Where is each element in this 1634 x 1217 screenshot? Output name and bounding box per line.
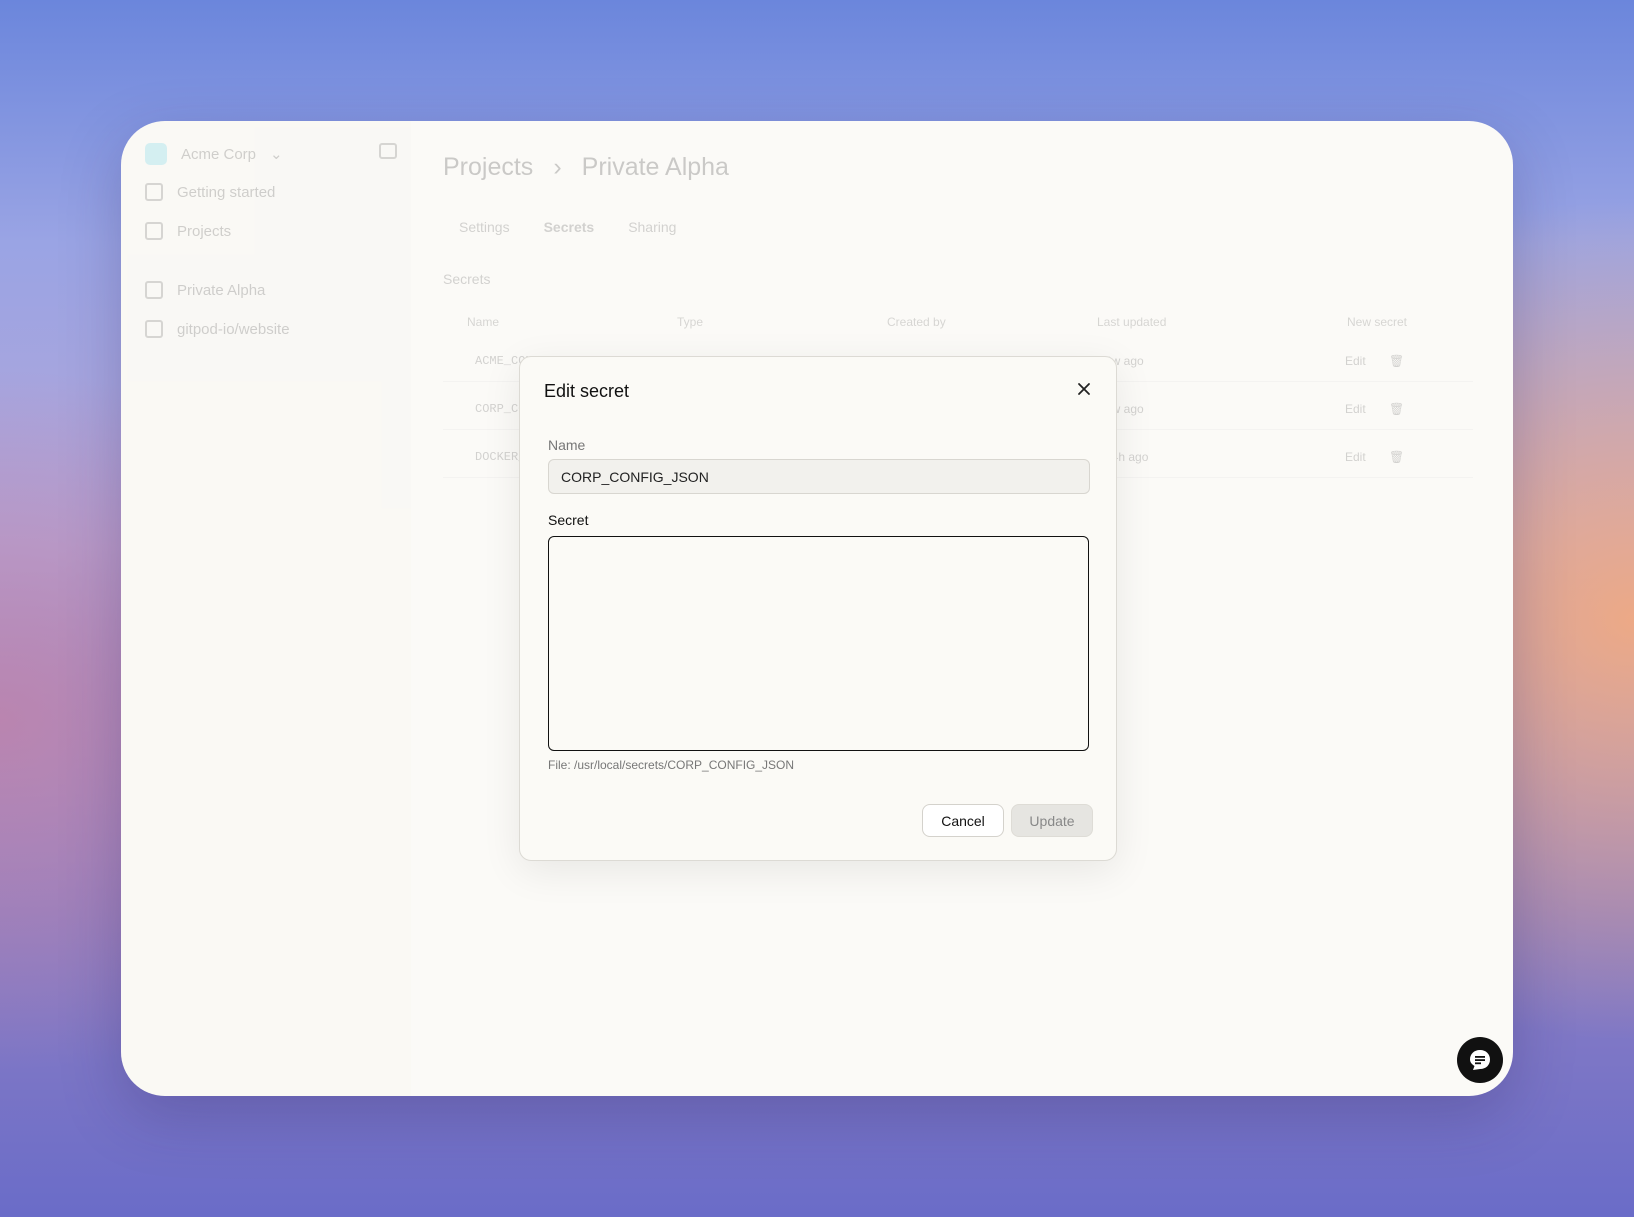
box-icon: [145, 281, 163, 299]
chat-support-button[interactable]: [1457, 1037, 1503, 1083]
org-switcher[interactable]: Acme Corp ⌄: [145, 143, 283, 165]
new-window-icon[interactable]: [379, 143, 397, 159]
column-header: Created by: [887, 315, 946, 329]
edit-button[interactable]: Edit: [1345, 450, 1366, 464]
org-logo-icon: [145, 143, 167, 165]
cancel-button[interactable]: Cancel: [922, 804, 1004, 837]
tab-secrets[interactable]: Secrets: [544, 219, 595, 235]
grid-icon: [145, 222, 163, 240]
trash-icon[interactable]: 🗑: [1389, 354, 1404, 368]
column-header: Type: [677, 315, 704, 329]
dialog-title: Edit secret: [544, 381, 630, 401]
book-icon: [145, 183, 163, 201]
sidebar-item-getting-started[interactable]: Getting started: [145, 183, 275, 201]
file-path-hint: File: /usr/local/secrets/CORP_CONFIG_JSO…: [548, 758, 795, 772]
secret-label: Secret: [548, 512, 589, 528]
sidebar-item-label: Private Alpha: [177, 281, 266, 299]
trash-icon[interactable]: 🗑: [1389, 402, 1404, 416]
sidebar-item-label: gitpod-io/website: [177, 320, 290, 338]
update-button[interactable]: Update: [1011, 804, 1093, 837]
sidebar-item-label: Getting started: [177, 183, 276, 201]
sidebar: Acme Corp ⌄ Getting started Projects Pri…: [121, 121, 411, 1096]
edit-button[interactable]: Edit: [1345, 402, 1366, 416]
chat-icon: [1470, 1050, 1490, 1070]
tab-bar: Settings Secrets Sharing: [459, 219, 676, 235]
sidebar-item-projects[interactable]: Projects: [145, 222, 231, 240]
edit-secret-dialog: Edit secret Name Secret File: /usr/local…: [519, 356, 1117, 861]
sidebar-item-label: Projects: [177, 222, 232, 240]
trash-icon[interactable]: 🗑: [1389, 450, 1404, 464]
secret-textarea[interactable]: [548, 536, 1089, 751]
column-header: Last updated: [1097, 315, 1167, 329]
column-header: Name: [467, 315, 500, 329]
new-secret-button[interactable]: New secret: [1347, 315, 1407, 329]
breadcrumb-root[interactable]: Projects: [443, 153, 533, 182]
sidebar-project-private-alpha[interactable]: Private Alpha: [145, 281, 265, 299]
breadcrumb-separator: ›: [553, 153, 562, 181]
box-icon: [145, 320, 163, 338]
tab-sharing[interactable]: Sharing: [628, 219, 676, 235]
name-field[interactable]: [548, 459, 1090, 494]
breadcrumb: Projects › Private Alpha: [443, 153, 729, 182]
breadcrumb-current: Private Alpha: [581, 153, 729, 181]
chevron-down-icon: ⌄: [270, 146, 283, 163]
org-name: Acme Corp: [181, 145, 257, 163]
name-label: Name: [548, 437, 586, 453]
tab-settings[interactable]: Settings: [459, 219, 510, 235]
edit-button[interactable]: Edit: [1345, 354, 1366, 368]
sidebar-project-website[interactable]: gitpod-io/website: [145, 320, 290, 338]
close-icon[interactable]: [1074, 379, 1094, 399]
section-title: Secrets: [443, 271, 491, 287]
